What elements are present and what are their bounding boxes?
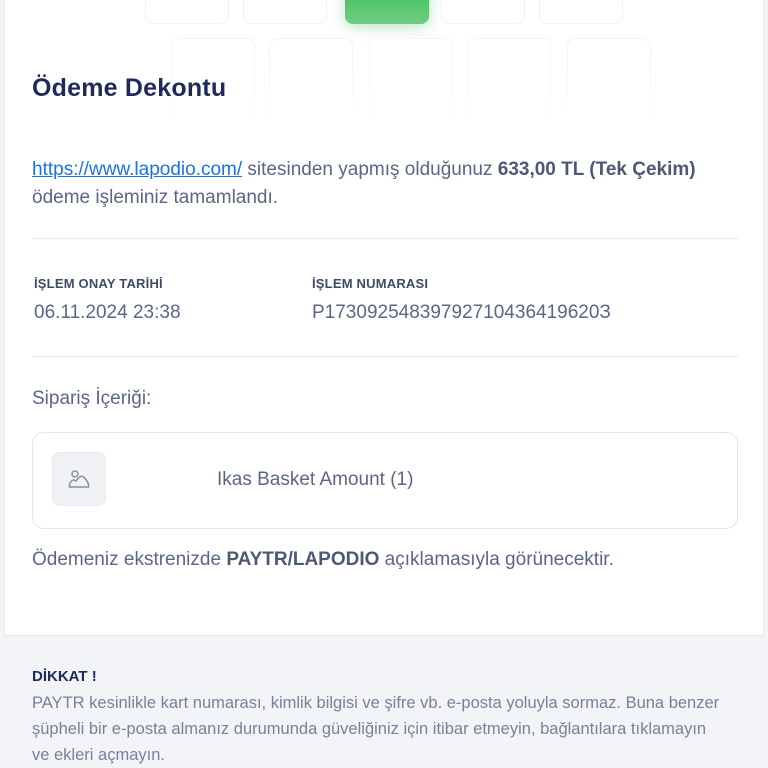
- decor-tile: [269, 38, 353, 122]
- warning-body: PAYTR kesinlikle kart numarası, kimlik b…: [32, 694, 720, 764]
- receipt-card: Ödeme Dekontu https://www.lapodio.com/ s…: [4, 0, 764, 636]
- order-contents-label: Sipariş İçeriği:: [32, 388, 152, 409]
- item-name: Ikas Basket Amount (1): [217, 469, 414, 490]
- item-thumbnail: [52, 452, 106, 506]
- warning-title: DİKKAT !: [32, 668, 97, 685]
- warning-panel: DİKKAT ! PAYTR kesinlikle kart numarası,…: [0, 636, 768, 768]
- summary-text: sitesinden yapmış olduğunuz: [242, 159, 498, 180]
- decor-tile: [369, 38, 453, 122]
- success-check-tile: [345, 0, 429, 24]
- decor-tile: [539, 0, 623, 24]
- transaction-number-value: P17309254839792710436419620З: [312, 302, 611, 323]
- page-title: Ödeme Dekontu: [32, 74, 227, 102]
- page: Ödeme Dekontu https://www.lapodio.com/ s…: [0, 0, 768, 768]
- order-item-card: Ikas Basket Amount (1): [32, 432, 738, 529]
- image-placeholder-icon: [68, 470, 90, 488]
- transaction-number-label: İŞLEM NUMARASI: [312, 276, 429, 291]
- decor-tile: [145, 0, 229, 24]
- header-decoration: [5, 0, 763, 130]
- approval-date-label: İŞLEM ONAY TARİHİ: [34, 276, 163, 291]
- divider: [32, 356, 738, 357]
- decor-fade: [5, 0, 763, 130]
- note-prefix: Ödemeniz ekstrenizde: [32, 549, 227, 570]
- decor-tile: [467, 38, 551, 122]
- note-suffix: açıklamasıyla görünecektir.: [379, 549, 614, 570]
- decor-tile: [243, 0, 327, 24]
- payment-summary: https://www.lapodio.com/ sitesinden yapm…: [32, 156, 732, 212]
- statement-descriptor: PAYTR/LAPODIO: [226, 549, 380, 570]
- decor-tile: [441, 0, 525, 24]
- approval-date-value: 06.11.2024 23:38: [34, 302, 181, 323]
- merchant-link[interactable]: https://www.lapodio.com/: [32, 159, 242, 180]
- divider: [32, 238, 738, 239]
- payment-amount: 633,00 TL (Tek Çekim): [497, 159, 696, 180]
- statement-note: Ödemeniz ekstrenizde PAYTR/LAPODIO açıkl…: [32, 549, 614, 571]
- summary-text-end: ödeme işleminiz tamamlandı.: [32, 187, 279, 208]
- decor-tile: [567, 38, 651, 122]
